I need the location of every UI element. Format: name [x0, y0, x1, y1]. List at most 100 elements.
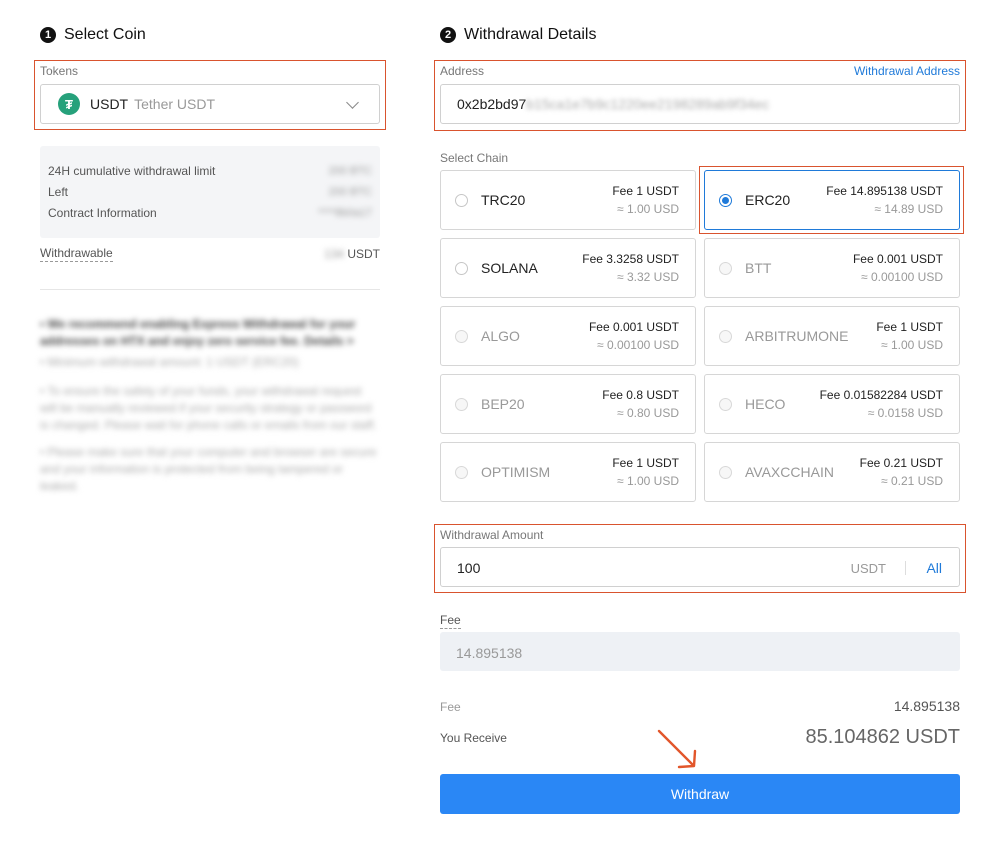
chain-option-btt[interactable]: BTT Fee 0.001 USDT ≈ 0.00100 USD [704, 238, 960, 298]
chain-fee: Fee 0.001 USDT [588, 320, 679, 334]
chain-fee-usd: ≈ 0.80 USD [617, 406, 679, 420]
chain-name: BEP20 [481, 396, 525, 412]
left-label: Left [48, 185, 69, 199]
fee-field: 14.895138 [440, 632, 960, 671]
limits-panel: 24H cumulative withdrawal limit 200 BTC … [40, 146, 380, 238]
chain-option-solana[interactable]: SOLANA Fee 3.3258 USDT ≈ 3.32 USD [440, 238, 696, 298]
note-security: • Please make sure that your computer an… [40, 445, 377, 493]
chain-name: SOLANA [481, 260, 538, 276]
chain-fee: Fee 0.21 USDT [859, 456, 943, 470]
chain-fee: Fee 1 USDT [876, 320, 943, 334]
chain-option-bep20[interactable]: BEP20 Fee 0.8 USDT ≈ 0.80 USD [440, 374, 696, 434]
withdrawable-amount: 134 USDT [324, 247, 380, 261]
limit-value: 200 BTC [328, 165, 372, 177]
chain-fee-usd: ≈ 1.00 USD [617, 202, 679, 216]
chain-name: ERC20 [745, 192, 791, 208]
amount-label: Withdrawal Amount [440, 528, 544, 542]
step-title-select-coin: Select Coin [64, 26, 146, 43]
chain-fee-usd: ≈ 1.00 USD [617, 474, 679, 488]
chain-fee-usd: ≈ 0.0158 USD [867, 406, 943, 420]
chevron-down-icon [346, 96, 359, 109]
withdrawable-unit: USDT [347, 247, 380, 261]
chain-name: AVAXCCHAIN [745, 464, 834, 480]
left-value: 200 BTC [328, 186, 372, 198]
step-select-coin: 1 Select Coin [40, 26, 146, 44]
chain-fee: Fee 0.01582284 USDT [819, 388, 943, 402]
fee-label: Fee [440, 613, 461, 629]
chain-fee-usd: ≈ 1.00 USD [881, 338, 943, 352]
withdrawable-label: Withdrawable [40, 246, 113, 262]
annotation-arrow-icon [657, 729, 697, 769]
address-input[interactable]: 0x2b2bd97 b15ca1e7b9c1220ee2198289ab9f34… [440, 84, 960, 124]
amount-separator [905, 561, 906, 575]
chain-name: TRC20 [481, 192, 526, 208]
select-chain-label: Select Chain [440, 151, 509, 165]
fee-field-value: 14.895138 [456, 645, 523, 661]
chain-fee-usd: ≈ 3.32 USD [617, 270, 679, 284]
note-minimum: • Minimum withdrawal amount: 1 USDT (ERC… [40, 355, 299, 369]
chain-option-avaxcchain[interactable]: AVAXCCHAIN Fee 0.21 USDT ≈ 0.21 USD [704, 442, 960, 502]
step-number-1: 1 [40, 27, 56, 43]
chain-option-arbitrumone[interactable]: ARBITRUMONE Fee 1 USDT ≈ 1.00 USD [704, 306, 960, 366]
radio-erc20[interactable] [719, 194, 732, 207]
radio-algo[interactable] [455, 330, 468, 343]
contract-label: Contract Information [48, 206, 157, 220]
radio-trc20[interactable] [455, 194, 468, 207]
chain-name: BTT [745, 260, 772, 276]
chain-name: OPTIMISM [481, 464, 551, 480]
withdraw-button[interactable]: Withdraw [440, 774, 960, 814]
chain-fee-usd: ≈ 0.00100 USD [597, 338, 679, 352]
all-button[interactable]: All [926, 560, 942, 576]
step-title-withdrawal-details: Withdrawal Details [464, 26, 597, 43]
token-select[interactable]: ₮ USDT Tether USDT [40, 84, 380, 124]
chain-option-erc20[interactable]: ERC20 Fee 14.895138 USDT ≈ 14.89 USD [704, 170, 960, 230]
radio-heco[interactable] [719, 398, 732, 411]
tether-icon: ₮ [58, 93, 80, 115]
radio-solana[interactable] [455, 262, 468, 275]
chain-fee: Fee 0.8 USDT [602, 388, 679, 402]
address-visible: 0x2b2bd97 [457, 96, 527, 112]
token-symbol: USDT [90, 96, 129, 112]
address-label: Address [440, 64, 485, 78]
chain-name: ALGO [481, 328, 520, 344]
notes: • We recommend enabling Express Withdraw… [40, 316, 380, 495]
amount-value: 100 [457, 560, 481, 576]
step-number-2: 2 [440, 27, 456, 43]
divider [40, 289, 380, 290]
chain-fee: Fee 1 USDT [612, 184, 679, 198]
chain-option-algo[interactable]: ALGO Fee 0.001 USDT ≈ 0.00100 USD [440, 306, 696, 366]
summary-fee-value: 14.895138 [893, 698, 960, 714]
chain-fee: Fee 0.001 USDT [852, 252, 943, 266]
chain-option-trc20[interactable]: TRC20 Fee 1 USDT ≈ 1.00 USD [440, 170, 696, 230]
note-safety: • To ensure the safety of your funds, yo… [40, 384, 377, 432]
amount-input[interactable]: 100 USDT All [440, 547, 960, 587]
address-hidden: b15ca1e7b9c1220ee2198289ab9f34ec [526, 96, 770, 112]
radio-optimism[interactable] [455, 466, 468, 479]
chain-fee-usd: ≈ 14.89 USD [874, 202, 943, 216]
receive-label: You Receive [440, 731, 507, 745]
radio-avaxcchain[interactable] [719, 466, 732, 479]
token-name: Tether USDT [134, 96, 216, 112]
contract-value: ****8b0a17 [318, 207, 372, 219]
withdrawable-value: 134 [323, 247, 344, 261]
chain-name: HECO [745, 396, 786, 412]
radio-btt[interactable] [719, 262, 732, 275]
chain-option-heco[interactable]: HECO Fee 0.01582284 USDT ≈ 0.0158 USD [704, 374, 960, 434]
limit-label: 24H cumulative withdrawal limit [48, 164, 216, 178]
note-express: • We recommend enabling Express Withdraw… [40, 317, 356, 348]
step-withdrawal-details: 2 Withdrawal Details [440, 26, 596, 44]
radio-bep20[interactable] [455, 398, 468, 411]
tokens-label: Tokens [40, 64, 79, 78]
chain-fee: Fee 1 USDT [612, 456, 679, 470]
chain-name: ARBITRUMONE [745, 328, 849, 344]
amount-unit: USDT [850, 561, 886, 576]
chain-option-optimism[interactable]: OPTIMISM Fee 1 USDT ≈ 1.00 USD [440, 442, 696, 502]
chain-fee-usd: ≈ 0.21 USD [881, 474, 943, 488]
receive-value: 85.104862 USDT [805, 726, 960, 748]
chain-fee: Fee 14.895138 USDT [826, 184, 943, 198]
radio-arbitrumone[interactable] [719, 330, 732, 343]
withdrawal-address-link[interactable]: Withdrawal Address [854, 64, 960, 78]
chain-fee: Fee 3.3258 USDT [582, 252, 679, 266]
chain-fee-usd: ≈ 0.00100 USD [861, 270, 943, 284]
summary-fee-label: Fee [440, 700, 461, 714]
